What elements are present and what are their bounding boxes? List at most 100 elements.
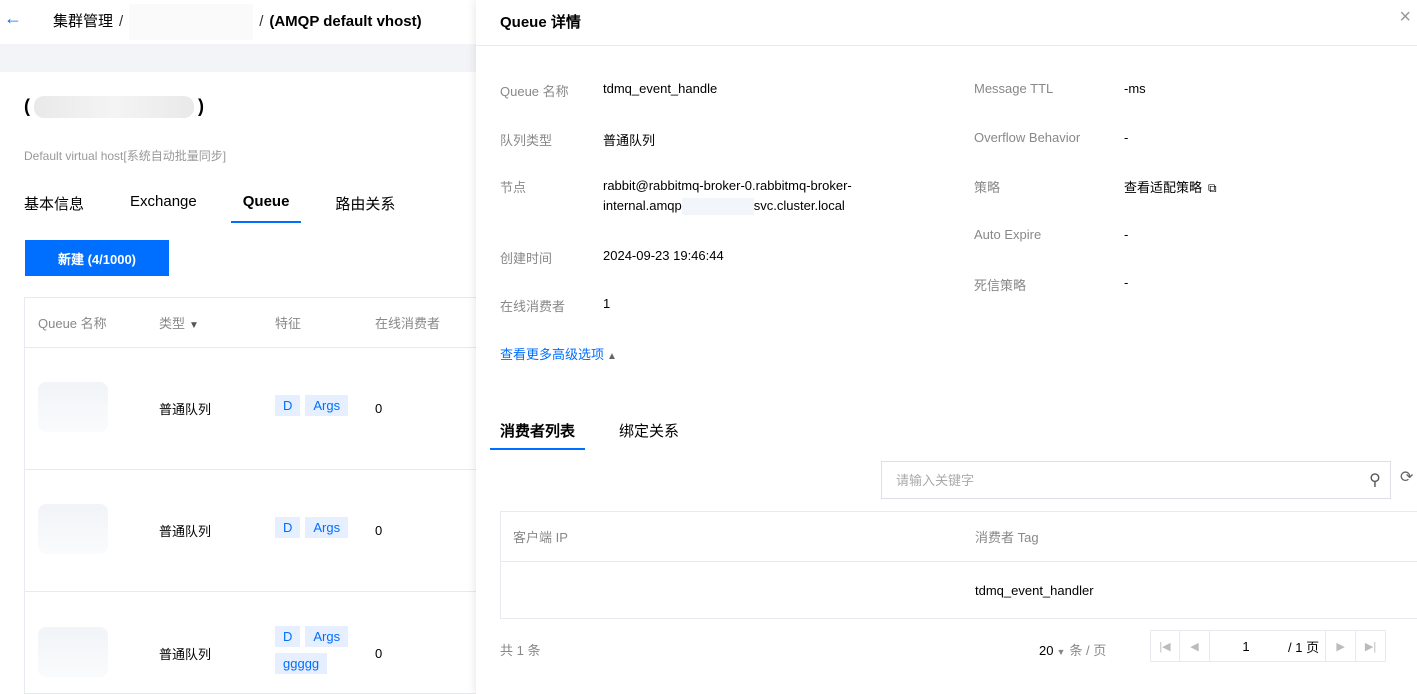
field-label: Message TTL (974, 81, 1054, 96)
new-queue-button[interactable]: 新建 (4/1000) (25, 240, 169, 276)
tab-basic-info[interactable]: 基本信息 (24, 193, 84, 223)
queue-type-cell: 普通队列 (159, 646, 212, 662)
search-icon[interactable]: ⚲ (1360, 470, 1390, 490)
field-label: 创建时间 (500, 251, 553, 266)
queue-name-cell (25, 626, 135, 680)
breadcrumb-separator: / (119, 13, 124, 30)
col-type[interactable]: 类型 ▼ (135, 313, 255, 332)
search-input[interactable] (882, 472, 1360, 488)
queue-name-cell (25, 504, 135, 557)
tab-queue[interactable]: Queue (230, 193, 302, 223)
total-pages: / 1 页 (1282, 630, 1327, 662)
feature-tag: Args (305, 517, 349, 538)
queue-name-cell (25, 382, 135, 435)
queue-type-cell: 普通队列 (159, 524, 212, 539)
drawer-header: Queue 详情 × (476, 0, 1417, 46)
feature-tag: D (275, 626, 301, 647)
breadcrumb-vhost: (AMQP default vhost) (269, 13, 422, 30)
total-count: 共 1 条 (500, 643, 541, 658)
prev-page-button[interactable]: ◀ (1180, 630, 1210, 662)
table-row[interactable]: 普通队列 D Args ggggg 0 (25, 592, 476, 694)
field-label: 在线消费者 (500, 299, 566, 314)
page-size-unit: 条 / 页 (1069, 643, 1107, 658)
vhost-title-open-paren: ( (24, 96, 30, 116)
field-value: - (1124, 130, 1129, 145)
last-page-button[interactable]: ▶| (1356, 630, 1387, 662)
node-link[interactable]: rabbit@rabbitmq-broker-0.rabbitmq-broker… (603, 176, 923, 216)
vhost-title-close-paren: ) (198, 96, 204, 116)
redacted-node-part (681, 198, 754, 216)
breadcrumb-redacted (129, 4, 254, 41)
field-value: 2024-09-23 19:46:44 (603, 248, 724, 263)
queue-consumers-cell: 0 (375, 523, 383, 538)
view-policy-link[interactable]: 查看适配策略 ⧉ (1124, 177, 1217, 196)
app-root: ← 集群管理 / / (AMQP default vhost) () Default … (0, 0, 1417, 694)
col-consumer-tag: 消费者 Tag (975, 530, 1039, 545)
tab-consumer-list[interactable]: 消费者列表 (490, 420, 586, 450)
queue-detail-drawer: Queue 详情 × Queue 名称 tdmq_event_handle 队列… (476, 0, 1417, 694)
consumer-search-box: ⚲ (881, 461, 1391, 499)
first-page-button[interactable]: |◀ (1150, 630, 1180, 662)
refresh-icon[interactable]: ⟳ (1400, 467, 1413, 487)
node-line-1: rabbit@rabbitmq-broker-0.rabbitmq-broker… (603, 178, 852, 193)
queue-features-cell: D Args ggggg (255, 626, 375, 680)
external-link-icon: ⧉ (1208, 181, 1217, 195)
breadcrumb-separator: / (259, 13, 264, 30)
feature-tag: Args (305, 395, 349, 416)
col-type-label: 类型 (159, 316, 186, 331)
table-row[interactable]: 普通队列 D Args 0 (25, 470, 476, 592)
close-icon[interactable]: × (1399, 6, 1411, 29)
page-size-select[interactable]: 20 ▼ 条 / 页 (1039, 640, 1106, 659)
queue-consumers-cell: 0 (375, 645, 383, 661)
field-node: 节点 rabbit@rabbitmq-broker-0.rabbitmq-bro… (500, 177, 920, 221)
tab-bindings[interactable]: 绑定关系 (619, 420, 679, 450)
tab-exchange[interactable]: Exchange (130, 193, 197, 223)
vhost-title: () (24, 96, 204, 119)
drawer-title: Queue 详情 (500, 14, 581, 31)
field-value: -ms (1124, 81, 1146, 96)
detail-subtabs: 消费者列表 绑定关系 (490, 420, 723, 450)
next-page-button[interactable]: ▶ (1326, 630, 1357, 662)
field-label: 节点 (500, 180, 527, 195)
breadcrumb: 集群管理 / / (AMQP default vhost) (53, 4, 422, 41)
field-value: tdmq_event_handle (603, 81, 718, 96)
col-features: 特征 (275, 316, 302, 331)
queue-features-cell: D Args (255, 395, 375, 422)
page-controls: |◀ ◀ / 1 页 ▶ ▶| (1150, 630, 1387, 662)
consumer-table-header: 客户端 IP 消费者 Tag (501, 512, 1417, 562)
field-label: Queue 名称 (500, 84, 569, 99)
tab-routing[interactable]: 路由关系 (335, 193, 395, 223)
field-value: 1 (603, 296, 611, 311)
vhost-tabs: 基本信息 Exchange Queue 路由关系 (24, 193, 441, 223)
node-line-2-start: internal.amqp (603, 198, 682, 213)
vhost-description: Default virtual host[系统自动批量同步] (24, 149, 227, 163)
table-row[interactable]: tdmq_event_handler (501, 562, 1417, 618)
redacted-queue-name (38, 626, 108, 677)
back-arrow-icon[interactable]: ← (4, 8, 22, 29)
feature-tag: D (275, 395, 301, 416)
node-line-2-end: svc.cluster.local (753, 198, 845, 213)
queue-table-header: Queue 名称 类型 ▼ 特征 在线消费者 (25, 298, 476, 348)
field-label: 队列类型 (500, 133, 553, 148)
filter-icon[interactable]: ▼ (189, 320, 199, 331)
view-policy-link-label: 查看适配策略 (1124, 180, 1203, 195)
feature-tag: ggggg (275, 653, 328, 674)
redacted-queue-name (38, 504, 108, 554)
field-label: 策略 (974, 180, 1001, 195)
page-size-value: 20 (1039, 643, 1054, 658)
page-number-input[interactable] (1210, 630, 1282, 662)
more-advanced-options-link[interactable]: 查看更多高级选项 ▲ (500, 344, 617, 363)
table-row[interactable]: 普通队列 D Args 0 (25, 348, 476, 470)
breadcrumb-cluster-management[interactable]: 集群管理 (53, 13, 113, 30)
field-value: - (1124, 275, 1129, 290)
field-label: Overflow Behavior (974, 130, 1081, 145)
consumer-table: 客户端 IP 消费者 Tag tdmq_event_handler (500, 511, 1417, 619)
queue-type-cell: 普通队列 (159, 402, 212, 417)
queue-consumers-cell: 0 (375, 401, 383, 416)
queue-table: Queue 名称 类型 ▼ 特征 在线消费者 普通队列 D Args 0 普通队列 … (24, 297, 476, 694)
feature-tag: D (275, 517, 301, 538)
pagination: 共 1 条 20▼条 / 页 |◀ ◀ / 1 页 ▶ ▶| (500, 630, 1417, 666)
redacted-queue-name (38, 382, 108, 432)
field-value: - (1124, 227, 1129, 242)
caret-up-icon: ▲ (607, 351, 617, 362)
